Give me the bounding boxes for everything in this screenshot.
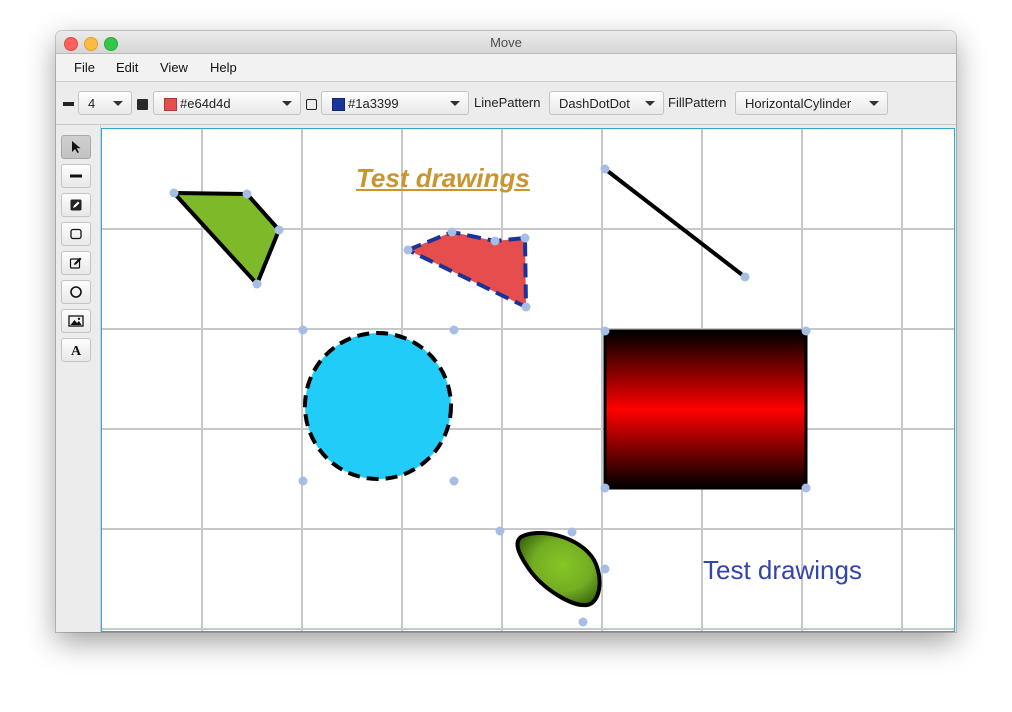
selection-handle[interactable] [490, 236, 500, 246]
chevron-down-icon [645, 101, 655, 106]
pointer-icon [72, 141, 81, 153]
menu-view[interactable]: View [160, 60, 188, 75]
line-pattern-value: DashDotDot [559, 96, 630, 111]
app-window: Move File Edit View Help 4 #e64d4d #1a33… [56, 31, 956, 632]
menu-edit[interactable]: Edit [116, 60, 138, 75]
selection-handle[interactable] [495, 526, 505, 536]
selection-handle[interactable] [578, 617, 588, 627]
selection-handle[interactable] [403, 245, 413, 255]
fill-pattern-select[interactable]: HorizontalCylinder [735, 91, 888, 115]
rectangle-tool-button[interactable] [61, 222, 91, 246]
selection-handle[interactable] [252, 279, 262, 289]
drawing-canvas[interactable]: Test drawings Test drawings [101, 128, 955, 632]
canvas-label-text[interactable]: Test drawings [703, 555, 862, 586]
rectangle-tool-icon [70, 228, 82, 240]
ellipse-tool-icon [70, 286, 82, 298]
selection-handle[interactable] [740, 272, 750, 282]
selection-handle[interactable] [801, 326, 811, 336]
fill-color-select[interactable]: #e64d4d [153, 91, 301, 115]
line-width-select[interactable]: 4 [78, 91, 132, 115]
circle-shape[interactable] [303, 331, 453, 481]
filled-square-icon [137, 99, 148, 110]
selection-handle[interactable] [600, 564, 610, 574]
selection-handle[interactable] [801, 483, 811, 493]
window-title: Move [490, 35, 522, 50]
selection-handle[interactable] [600, 483, 610, 493]
pen-icon [70, 199, 82, 211]
gradient-rectangle-shape[interactable] [603, 329, 808, 490]
chevron-down-icon [282, 101, 292, 106]
stroke-color-select[interactable]: #1a3399 [321, 91, 469, 115]
green-blob-shape[interactable] [515, 531, 602, 608]
stroke-color-swatch [332, 98, 345, 111]
chevron-down-icon [869, 101, 879, 106]
fill-pattern-label: FillPattern [668, 95, 727, 110]
edit-tool-button[interactable] [61, 251, 91, 275]
tool-palette: A [56, 125, 101, 632]
selection-handle[interactable] [242, 189, 252, 199]
chevron-down-icon [113, 101, 123, 106]
selection-handle[interactable] [600, 164, 610, 174]
fill-color-swatch [164, 98, 177, 111]
selection-handle[interactable] [521, 302, 531, 312]
selection-handle[interactable] [274, 225, 284, 235]
selection-handle[interactable] [567, 527, 577, 537]
selection-handle[interactable] [447, 227, 457, 237]
fill-color-value: #e64d4d [180, 96, 231, 111]
selection-handle[interactable] [449, 325, 459, 335]
image-tool-icon [68, 315, 84, 327]
toolbar: 4 #e64d4d #1a3399 LinePattern DashDotDot… [56, 82, 956, 125]
image-tool-button[interactable] [61, 309, 91, 333]
outline-square-icon [306, 99, 317, 110]
menu-file[interactable]: File [74, 60, 95, 75]
chevron-down-icon [450, 101, 460, 106]
green-polygon-shape[interactable] [172, 191, 281, 286]
title-bar: Move [56, 31, 956, 54]
line-width-value: 4 [88, 96, 96, 111]
selection-handle[interactable] [600, 326, 610, 336]
line-tool-button[interactable] [61, 164, 91, 188]
line-tool-icon [70, 174, 82, 178]
selection-handle[interactable] [298, 476, 308, 486]
line-width-icon [63, 102, 74, 106]
line-pattern-label: LinePattern [474, 95, 541, 110]
selection-handle[interactable] [298, 325, 308, 335]
ellipse-tool-button[interactable] [61, 280, 91, 304]
canvas-title-text[interactable]: Test drawings [356, 163, 530, 194]
red-polygon-shape[interactable] [406, 230, 528, 309]
stroke-color-value: #1a3399 [348, 96, 399, 111]
text-tool-icon: A [71, 344, 82, 357]
selection-handle[interactable] [520, 233, 530, 243]
menu-help[interactable]: Help [210, 60, 237, 75]
line-shape[interactable] [603, 167, 747, 279]
pen-tool-button[interactable] [61, 193, 91, 217]
svg-text:A: A [71, 344, 82, 357]
pointer-tool-button[interactable] [61, 135, 91, 159]
edit-icon [69, 257, 82, 269]
text-tool-button[interactable]: A [61, 338, 91, 362]
selection-handle[interactable] [169, 188, 179, 198]
menu-bar: File Edit View Help [56, 54, 956, 82]
selection-handle[interactable] [449, 476, 459, 486]
line-pattern-select[interactable]: DashDotDot [549, 91, 664, 115]
fill-pattern-value: HorizontalCylinder [745, 96, 852, 111]
